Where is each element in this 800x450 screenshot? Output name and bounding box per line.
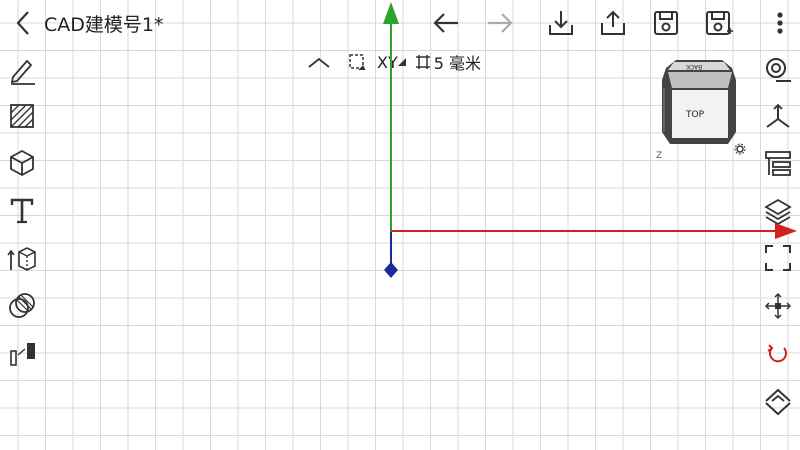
fit-view-icon[interactable]	[762, 242, 794, 274]
viewcube-settings-icon[interactable]	[734, 140, 746, 159]
selection-box-icon[interactable]	[347, 52, 367, 72]
axes-icon[interactable]	[762, 101, 794, 133]
grid-icon	[415, 55, 430, 69]
origin-marker-icon[interactable]	[384, 262, 398, 282]
y-axis-line	[390, 10, 392, 232]
collapse-chevron-icon[interactable]	[305, 53, 333, 71]
redo-icon[interactable]	[484, 7, 516, 39]
dropdown-corner-icon	[397, 58, 406, 66]
download-icon[interactable]	[545, 7, 577, 39]
extrude-icon[interactable]	[6, 243, 38, 275]
x-axis-arrow-icon	[775, 223, 797, 243]
viewcube-z-label: Z	[656, 151, 663, 161]
share-icon[interactable]	[597, 7, 629, 39]
viewcube-back-label: BACK	[686, 63, 703, 70]
snap-icon[interactable]	[762, 54, 794, 86]
dimension-icon[interactable]	[6, 338, 38, 370]
viewcube-top-label: TOP	[686, 110, 705, 120]
view-options-bar: XY 5 毫米	[305, 50, 481, 74]
sketch-pencil-icon[interactable]	[6, 54, 38, 86]
hatch-icon[interactable]	[6, 100, 38, 132]
y-axis-arrow-icon	[383, 2, 399, 28]
cube-icon[interactable]	[6, 147, 38, 179]
rotate-icon[interactable]	[762, 338, 794, 370]
grid-size-selector[interactable]: 5 毫米	[414, 50, 481, 74]
grid-size-label: 5 毫米	[433, 54, 482, 73]
view-cube[interactable]: TOP BACK	[658, 58, 740, 148]
plane-label: XY	[377, 52, 398, 72]
undo-icon[interactable]	[430, 7, 462, 39]
x-axis-line	[391, 230, 791, 232]
more-icon[interactable]	[764, 7, 796, 39]
document-title: CAD建模号1*	[44, 14, 164, 36]
back-arrow-icon[interactable]	[10, 8, 36, 38]
save-icon[interactable]	[650, 7, 682, 39]
move-icon[interactable]	[762, 290, 794, 322]
collapse-icon[interactable]	[762, 386, 794, 418]
tree-icon[interactable]	[762, 148, 794, 180]
boolean-icon[interactable]	[6, 290, 38, 322]
text-icon[interactable]	[6, 195, 38, 227]
save-as-icon[interactable]	[702, 7, 734, 39]
